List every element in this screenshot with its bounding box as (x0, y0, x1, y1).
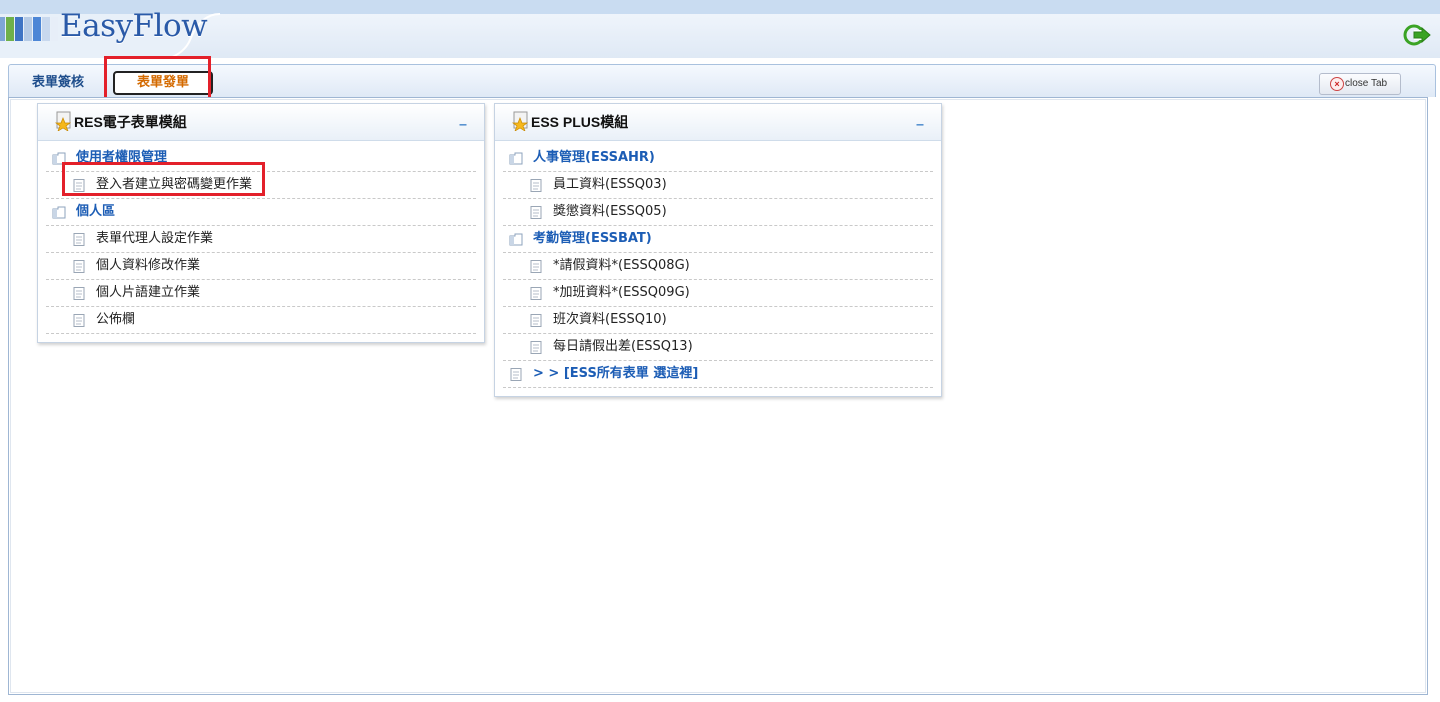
tab-strip: 表單簽核 表單發單 × close Tab (8, 64, 1436, 97)
item-rewards-data[interactable]: 獎懲資料(ESSQ05) (503, 199, 933, 226)
tab-form-approval[interactable]: 表單簽核 (23, 71, 93, 95)
panel-title: RES電子表單模組 (74, 114, 187, 130)
item-daily-leave-trip[interactable]: 每日請假出差(ESSQ13) (503, 334, 933, 361)
document-icon (73, 287, 85, 300)
panel-ess-plus: ESS PLUS模組 _ 人事管理(ESSAHR) 員工資料(ESSQ03) 獎… (494, 103, 942, 397)
document-icon (510, 368, 522, 381)
category-label: 考勤管理(ESSBAT) (533, 231, 652, 246)
close-tab-label: close Tab (1345, 78, 1388, 89)
item-form-agent[interactable]: 表單代理人設定作業 (46, 226, 476, 253)
document-icon (530, 206, 542, 219)
document-icon (73, 314, 85, 327)
logo-icon (0, 17, 58, 41)
minimize-button[interactable]: _ (913, 110, 927, 128)
item-employee-data[interactable]: 員工資料(ESSQ03) (503, 172, 933, 199)
app-logo-text: EasyFlow (60, 8, 208, 44)
link-all-ess-forms[interactable]: > > [ESS所有表單 選這裡] (503, 361, 933, 388)
category-label: 個人區 (76, 204, 116, 219)
item-leave-data[interactable]: *請假資料*(ESSQ08G) (503, 253, 933, 280)
item-shift-data[interactable]: 班次資料(ESSQ10) (503, 307, 933, 334)
document-icon (530, 179, 542, 192)
app-header: EasyFlow (0, 0, 1440, 59)
category-attendance[interactable]: 考勤管理(ESSBAT) (503, 226, 933, 253)
document-icon (530, 314, 542, 327)
folder-icon (509, 233, 523, 246)
tab-bar: 表單簽核 表單發單 × close Tab (0, 58, 1440, 98)
category-label: 人事管理(ESSAHR) (533, 150, 655, 165)
star-document-icon (511, 111, 529, 131)
folder-icon (52, 206, 66, 219)
document-icon (73, 260, 85, 273)
item-label: 員工資料(ESSQ03) (553, 177, 667, 192)
item-label: 個人片語建立作業 (96, 285, 201, 300)
item-login-password[interactable]: 登入者建立與密碼變更作業 (46, 172, 476, 199)
panel-res-forms: RES電子表單模組 _ 使用者權限管理 登入者建立與密碼變更作業 個人區 表單代… (37, 103, 485, 343)
item-overtime-data[interactable]: *加班資料*(ESSQ09G) (503, 280, 933, 307)
item-label: 獎懲資料(ESSQ05) (553, 204, 667, 219)
panel-header: RES電子表單模組 _ (38, 104, 484, 141)
star-document-icon (54, 111, 72, 131)
category-user-permissions[interactable]: 使用者權限管理 (46, 145, 476, 172)
document-icon (530, 260, 542, 273)
item-label: 公佈欄 (96, 312, 136, 327)
item-label: *請假資料*(ESSQ08G) (553, 258, 690, 273)
item-label: 登入者建立與密碼變更作業 (96, 177, 253, 192)
folder-icon (52, 152, 66, 165)
document-icon (73, 233, 85, 246)
minimize-button[interactable]: _ (456, 110, 470, 128)
item-label: 每日請假出差(ESSQ13) (553, 339, 693, 354)
document-icon (73, 179, 85, 192)
panel-body: 人事管理(ESSAHR) 員工資料(ESSQ03) 獎懲資料(ESSQ05) 考… (495, 141, 941, 396)
close-tab-button[interactable]: × close Tab (1319, 73, 1401, 95)
item-label: 表單代理人設定作業 (96, 231, 214, 246)
item-personal-phrases[interactable]: 個人片語建立作業 (46, 280, 476, 307)
item-label: 個人資料修改作業 (96, 258, 201, 273)
category-hr-management[interactable]: 人事管理(ESSAHR) (503, 145, 933, 172)
link-label: > > [ESS所有表單 選這裡] (533, 366, 699, 381)
logout-arrow-icon[interactable] (1402, 22, 1432, 48)
panel-title: ESS PLUS模組 (531, 114, 629, 130)
category-personal[interactable]: 個人區 (46, 199, 476, 226)
close-icon: × (1330, 77, 1344, 91)
folder-icon (509, 152, 523, 165)
panel-header: ESS PLUS模組 _ (495, 104, 941, 141)
item-personal-info[interactable]: 個人資料修改作業 (46, 253, 476, 280)
document-icon (530, 341, 542, 354)
tab-form-issue[interactable]: 表單發單 (113, 71, 213, 95)
main-content: RES電子表單模組 _ 使用者權限管理 登入者建立與密碼變更作業 個人區 表單代… (8, 97, 1428, 695)
category-label: 使用者權限管理 (76, 150, 168, 165)
item-bulletin-board[interactable]: 公佈欄 (46, 307, 476, 334)
header-background (0, 0, 1440, 58)
panel-body: 使用者權限管理 登入者建立與密碼變更作業 個人區 表單代理人設定作業 個人資料修… (38, 141, 484, 342)
item-label: *加班資料*(ESSQ09G) (553, 285, 690, 300)
document-icon (530, 287, 542, 300)
item-label: 班次資料(ESSQ10) (553, 312, 667, 327)
